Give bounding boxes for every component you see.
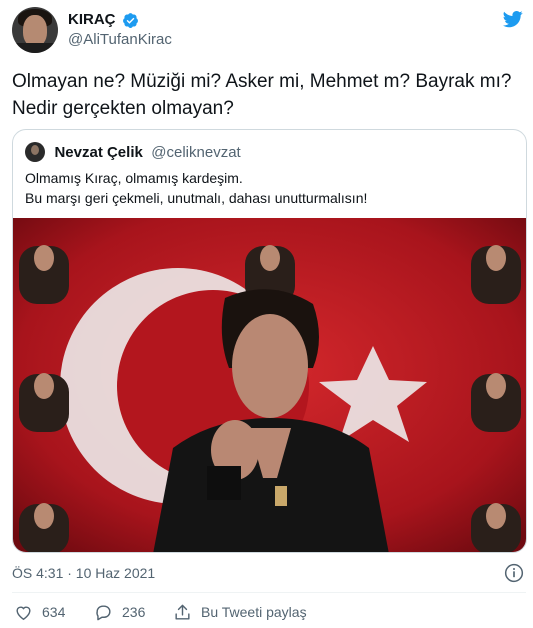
like-button[interactable]: 634: [14, 600, 65, 624]
reply-icon: [96, 604, 111, 620]
quoted-author-avatar: [25, 142, 45, 162]
like-count: 634: [42, 604, 66, 620]
tweet-meta: ÖS 4:31 · 10 Haz 2021: [12, 562, 526, 584]
quoted-author-handle: @celiknevzat: [151, 143, 241, 161]
tweet-actions: 634 236 Bu Tweeti paylaş: [12, 600, 526, 624]
share-icon: [175, 604, 190, 620]
share-label: Bu Tweeti paylaş: [201, 604, 307, 620]
twitter-bird-icon[interactable]: [502, 9, 524, 29]
quoted-tweet-header: Nevzat Çelik @celiknevzat: [25, 142, 241, 162]
verified-badge-icon: [123, 12, 138, 28]
tweet-text: Olmayan ne? Müziği mi? Asker mi, Mehmet …: [12, 68, 524, 122]
quoted-tweet[interactable]: Nevzat Çelik @celiknevzat Olmamış Kıraç,…: [12, 129, 527, 553]
divider: [12, 592, 526, 593]
info-icon[interactable]: [504, 563, 524, 583]
author-avatar[interactable]: [12, 7, 58, 53]
tweet-text-line: Nedir gerçekten olmayan?: [12, 98, 234, 119]
heart-icon: [16, 606, 31, 620]
tweet-card: KIRAÇ @AliTufanKirac Olmayan ne? Müziği …: [0, 0, 533, 628]
quoted-tweet-text: Olmamış Kıraç, olmamış kardeşim. Bu marş…: [25, 168, 515, 208]
author-handle[interactable]: @AliTufanKirac: [68, 30, 172, 50]
tweet-text-line: Olmayan ne? Müziği mi? Asker mi, Mehmet …: [12, 71, 512, 92]
quoted-video-thumbnail[interactable]: [13, 218, 527, 553]
tweet-timestamp[interactable]: ÖS 4:31 · 10 Haz 2021: [12, 565, 155, 581]
tweet-header: KIRAÇ @AliTufanKirac: [12, 7, 526, 55]
quoted-author-name: Nevzat Çelik: [54, 143, 143, 161]
author-name-block[interactable]: KIRAÇ @AliTufanKirac: [68, 10, 172, 50]
reply-button[interactable]: 236: [94, 600, 145, 624]
quoted-text-line: Bu marşı geri çekmeli, unutmalı, dahası …: [25, 190, 368, 206]
reply-count: 236: [122, 604, 146, 620]
quoted-text-line: Olmamış Kıraç, olmamış kardeşim.: [25, 170, 243, 186]
share-button[interactable]: Bu Tweeti paylaş: [173, 600, 307, 624]
author-display-name[interactable]: KIRAÇ: [68, 10, 116, 30]
